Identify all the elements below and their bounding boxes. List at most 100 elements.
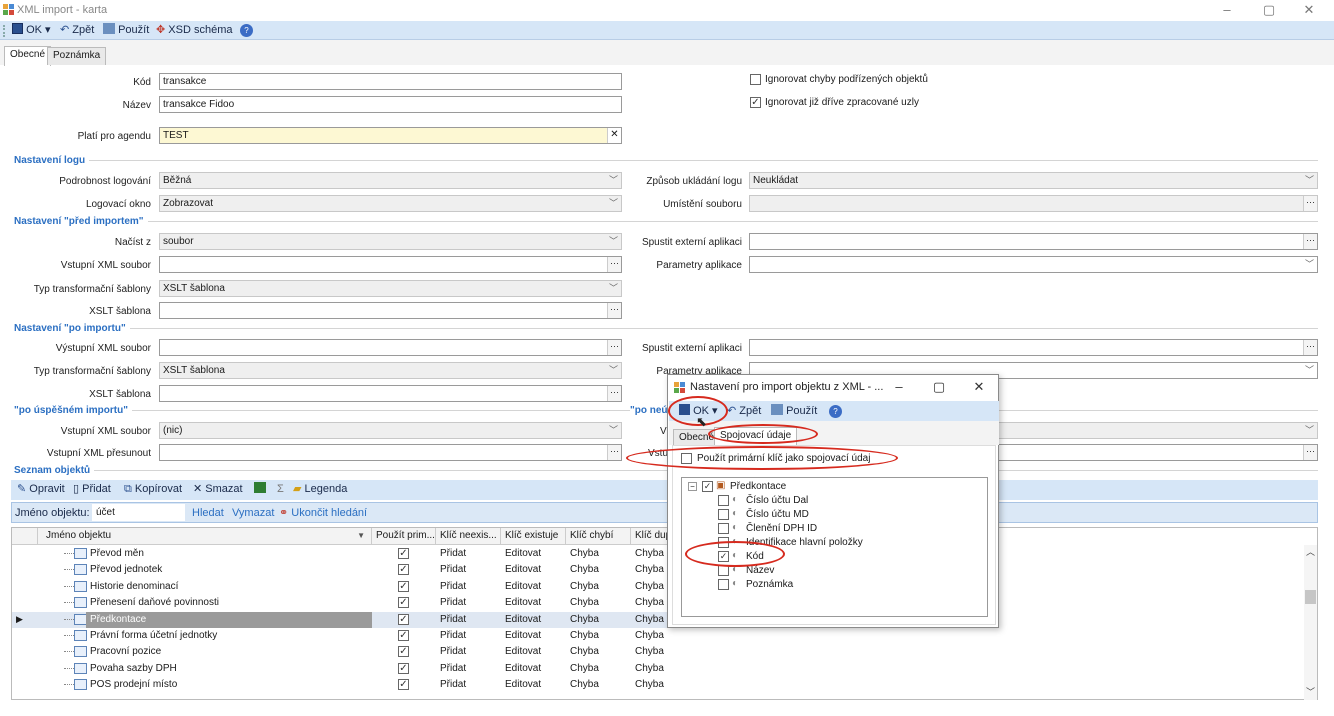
- success-move-field[interactable]: ···: [159, 444, 622, 461]
- scroll-down-icon[interactable]: ﹀: [1306, 685, 1315, 698]
- cell-missing: Chyba: [570, 564, 599, 576]
- column-header-missing[interactable]: Klíč chybí: [566, 528, 631, 545]
- dialog-maximize-button[interactable]: ▢: [930, 379, 948, 395]
- tree-item-label: Číslo účtu Dal: [746, 495, 809, 506]
- dialog-minimize-button[interactable]: –: [890, 379, 908, 395]
- table-row[interactable]: Pracovní pozice ✓ Přidat Editovat Chyba Chyba: [12, 644, 702, 660]
- before-ext-field[interactable]: ···: [749, 233, 1318, 250]
- minimize-button[interactable]: –: [1218, 2, 1236, 18]
- dialog-back-button[interactable]: ↶ Zpět: [727, 404, 761, 419]
- help-button[interactable]: ?: [240, 23, 253, 38]
- kod-input[interactable]: transakce: [159, 73, 622, 90]
- log-divider: [14, 160, 1318, 161]
- nazev-input[interactable]: transakce Fidoo: [159, 96, 622, 113]
- table-row[interactable]: Historie denominací ✓ Přidat Editovat Chyba C…: [12, 579, 702, 595]
- dialog-app-icon: [674, 382, 686, 394]
- table-row[interactable]: Převod měn ✓ Přidat Editovat Chyba Chyba: [12, 546, 702, 562]
- browse-icon[interactable]: ···: [607, 445, 621, 460]
- objects-grid: Jméno objektu ▼ Použít prim... Klíč neexi…: [11, 527, 1318, 700]
- tree-item-checkbox[interactable]: [718, 509, 729, 520]
- apply-button[interactable]: Použít: [103, 23, 149, 38]
- browse-icon[interactable]: ···: [607, 257, 621, 272]
- sum-button[interactable]: Σ: [277, 482, 284, 497]
- add-button[interactable]: ▯ Přidat: [73, 482, 111, 497]
- success-out-select[interactable]: (nic) ﹀: [159, 422, 622, 439]
- ok-button[interactable]: OK ▾: [12, 23, 51, 38]
- scroll-thumb[interactable]: [1305, 590, 1316, 604]
- tree-root-checkbox[interactable]: ✓: [702, 481, 713, 492]
- column-header-name[interactable]: Jméno objektu ▼: [38, 528, 372, 545]
- input-xml-field[interactable]: ···: [159, 256, 622, 273]
- browse-icon[interactable]: ···: [607, 340, 621, 355]
- before-xslt-field[interactable]: ···: [159, 302, 622, 319]
- dialog-apply-button[interactable]: Použít: [771, 404, 817, 419]
- cell-primary-checkbox[interactable]: ✓: [398, 679, 409, 691]
- log-detail-select[interactable]: Běžná ﹀: [159, 172, 622, 189]
- tree-item-checkbox[interactable]: [718, 523, 729, 534]
- legend-button[interactable]: ▰ Legenda: [293, 482, 347, 497]
- tree-item-checkbox[interactable]: [718, 579, 729, 590]
- end-search-button[interactable]: ⚭ Ukončit hledání: [279, 506, 367, 521]
- clear-agenda-icon[interactable]: ✕: [607, 128, 621, 143]
- cell-primary-checkbox[interactable]: ✓: [398, 613, 409, 625]
- collapse-icon[interactable]: −: [688, 482, 697, 491]
- cell-primary-checkbox[interactable]: ✓: [398, 548, 409, 559]
- log-save-select[interactable]: Neukládat ﹀: [749, 172, 1318, 189]
- cell-primary-checkbox[interactable]: ✓: [398, 630, 409, 641]
- table-row[interactable]: Právní forma účetní jednotky ✓ Přidat Edito…: [12, 628, 702, 644]
- agenda-input[interactable]: TEST ✕: [159, 127, 622, 144]
- objects-toolbar: ✎ Opravit ▯ Přidat ⧉ Kopírovat ✕ Smazat …: [11, 480, 1318, 500]
- column-header-primary[interactable]: Použít prim...: [372, 528, 436, 545]
- tree-item-checkbox[interactable]: [718, 495, 729, 506]
- after-transform-select[interactable]: XSLT šablona ﹀: [159, 362, 622, 379]
- scroll-up-icon[interactable]: ︿: [1306, 545, 1315, 558]
- cell-primary-checkbox[interactable]: ✓: [398, 662, 409, 674]
- maximize-button[interactable]: ▢: [1260, 2, 1278, 18]
- xsd-schema-button[interactable]: ✥ XSD schéma: [156, 23, 232, 38]
- excel-button[interactable]: [254, 482, 266, 497]
- browse-icon[interactable]: ···: [607, 303, 621, 318]
- chevron-down-icon: ﹀: [608, 425, 618, 435]
- ignore-processed-checkbox[interactable]: ✓: [750, 97, 761, 108]
- browse-icon[interactable]: ···: [1303, 234, 1317, 249]
- browse-icon[interactable]: ···: [1303, 196, 1317, 211]
- search-input[interactable]: účet: [92, 504, 185, 521]
- browse-icon[interactable]: ···: [1303, 340, 1317, 355]
- close-button[interactable]: ✕: [1300, 2, 1318, 18]
- browse-icon[interactable]: ···: [607, 386, 621, 401]
- tree-item-label: Číslo účtu MD: [746, 509, 809, 520]
- edit-button[interactable]: ✎ Opravit: [17, 482, 65, 497]
- dialog-help-button[interactable]: ?: [829, 404, 842, 419]
- copy-button[interactable]: ⧉ Kopírovat: [124, 482, 182, 497]
- tab-poznamka[interactable]: Poznámka: [47, 47, 107, 65]
- column-header-exists[interactable]: Klíč existuje: [501, 528, 566, 545]
- cell-primary-checkbox[interactable]: ✓: [398, 564, 409, 576]
- dialog-close-button[interactable]: ✕: [970, 379, 988, 395]
- back-button[interactable]: ↶ Zpět: [60, 23, 94, 38]
- ignore-child-errors-checkbox[interactable]: [750, 74, 761, 85]
- cell-primary-checkbox[interactable]: ✓: [398, 580, 409, 592]
- load-from-select[interactable]: soubor ﹀: [159, 233, 622, 250]
- cell-primary-checkbox[interactable]: ✓: [398, 646, 409, 658]
- field-icon: ◐: [732, 508, 739, 519]
- table-row[interactable]: Převod jednotek ✓ Přidat Editovat Chyba Chyba: [12, 562, 702, 578]
- log-location-input[interactable]: ···: [749, 195, 1318, 212]
- table-row[interactable]: Povaha sazby DPH ✓ Přidat Editovat Chyba Chyb…: [12, 661, 702, 677]
- after-xslt-field[interactable]: ···: [159, 385, 622, 402]
- browse-icon[interactable]: ···: [1303, 445, 1317, 460]
- after-ext-field[interactable]: ···: [749, 339, 1318, 356]
- column-header-not-exists[interactable]: Klíč neexis...: [436, 528, 501, 545]
- output-xml-field[interactable]: ···: [159, 339, 622, 356]
- delete-button[interactable]: ✕ Smazat: [193, 482, 243, 497]
- grid-scrollbar[interactable]: ︿ ﹀: [1304, 545, 1317, 700]
- clear-button[interactable]: Vymazat: [232, 506, 274, 521]
- table-row[interactable]: ▶ Předkontace ✓ Přidat Editovat Chyba Chyba: [12, 611, 702, 628]
- cell-primary-checkbox[interactable]: ✓: [398, 597, 409, 609]
- before-params-select[interactable]: ﹀: [749, 256, 1318, 273]
- before-transform-select[interactable]: XSLT šablona ﹀: [159, 280, 622, 297]
- log-window-select[interactable]: Zobrazovat ﹀: [159, 195, 622, 212]
- tab-obecne[interactable]: Obecné: [4, 46, 52, 66]
- table-row[interactable]: POS prodejní místo ✓ Přidat Editovat Chyba Ch…: [12, 677, 702, 693]
- table-row[interactable]: Přenesení daňové povinnosti ✓ Přidat Editov…: [12, 595, 702, 611]
- find-button[interactable]: Hledat: [192, 506, 224, 521]
